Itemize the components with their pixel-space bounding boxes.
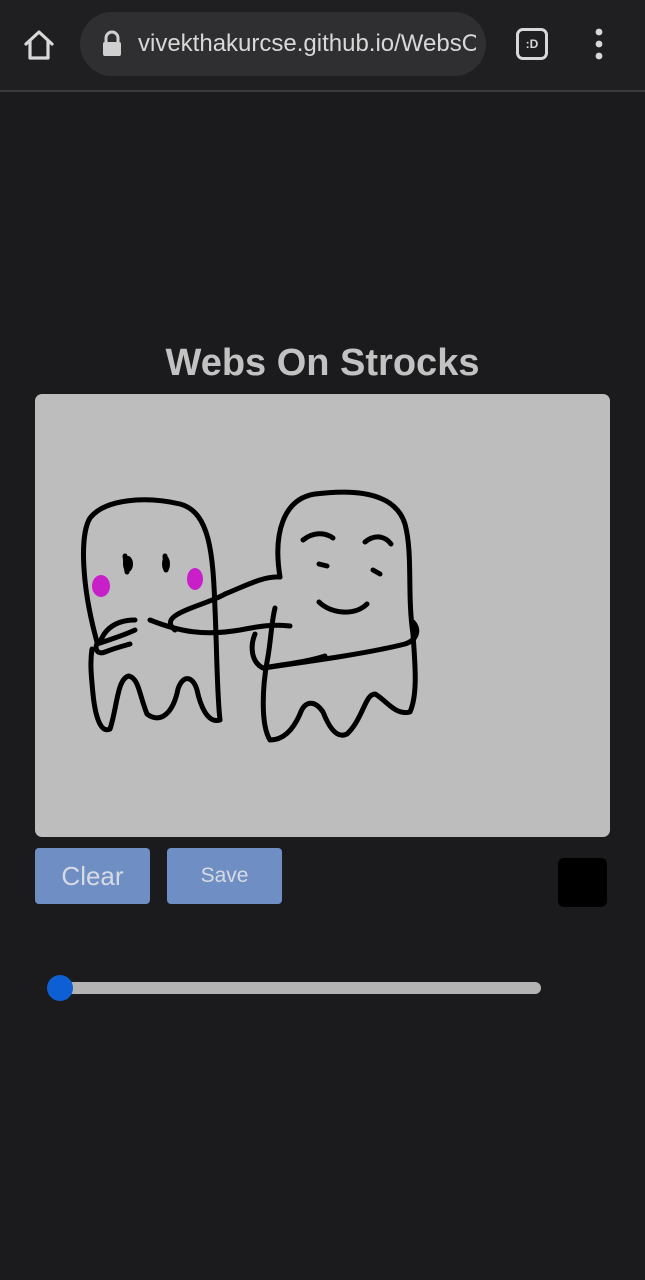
page-title: Webs On Strocks — [165, 342, 480, 384]
drawing-strokes — [81, 489, 420, 743]
browser-toolbar: vivekthakurcse.github.io/WebsOnStrocks/ … — [0, 0, 645, 92]
clear-button[interactable]: Clear — [35, 848, 150, 904]
tab-switcher-button[interactable]: :D — [516, 28, 548, 60]
more-menu-icon[interactable] — [584, 26, 614, 62]
tab-count: :D — [525, 37, 539, 51]
url-text[interactable]: vivekthakurcse.github.io/WebsOnStrocks/ — [138, 30, 476, 58]
brush-size-slider-thumb[interactable] — [46, 975, 73, 1001]
address-bar[interactable]: vivekthakurcse.github.io/WebsOnStrocks/ — [80, 12, 486, 76]
save-button[interactable]: Save — [167, 848, 282, 904]
home-icon — [24, 30, 54, 60]
drawing-canvas[interactable] — [35, 394, 610, 837]
lock-icon — [103, 30, 121, 56]
color-picker[interactable] — [558, 858, 607, 907]
brush-size-slider[interactable] — [50, 982, 541, 994]
home-button[interactable] — [18, 24, 60, 66]
